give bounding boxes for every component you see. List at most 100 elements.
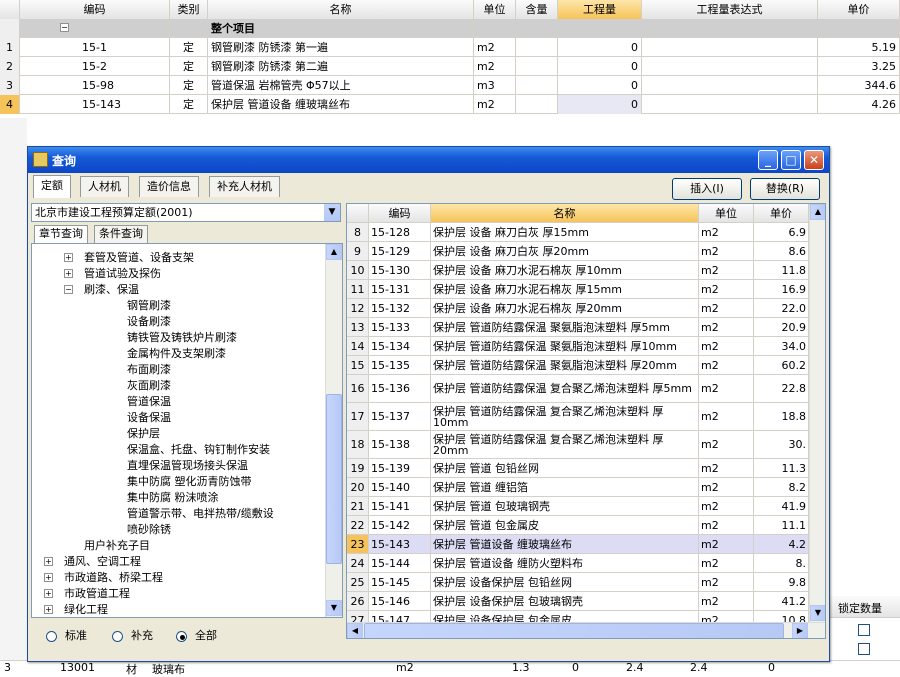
expand-icon[interactable]: + [64,253,73,262]
row-code[interactable]: 15-139 [369,459,431,477]
row-unit[interactable]: m2 [699,318,754,336]
tree-node[interactable]: 管道警示带、电拌热带/缆敷设 [127,506,274,522]
tree-node[interactable]: 灰面刷漆 [127,378,171,394]
row-num[interactable]: 14 [347,337,369,355]
row-unit[interactable]: m2 [699,261,754,279]
row-content[interactable] [516,95,558,114]
row-quantity-expr[interactable] [642,76,818,95]
tree-node[interactable]: 布面刷漆 [127,362,171,378]
row-code[interactable]: 15-2 [20,57,170,76]
row-unit[interactable]: m2 [699,242,754,260]
radio-supplement[interactable]: 补充 [112,628,153,644]
row-price[interactable]: 9.8 [754,573,809,591]
row-name[interactable]: 保护层 管道防结露保温 复合聚乙烯泡沫塑料 厚5mm [431,375,699,402]
row-quantity[interactable]: 0 [558,57,642,76]
row-unit[interactable]: m2 [474,38,516,57]
row-price[interactable]: 22.0 [754,299,809,317]
row-num[interactable]: 2 [0,57,20,76]
grid-scroll-left-icon[interactable]: ◀ [347,623,363,638]
row-unit[interactable]: m2 [699,592,754,610]
table-row[interactable]: 20 15-140 保护层 管道 缠铝箔 m2 8.2 [347,478,809,497]
row-code[interactable]: 15-98 [20,76,170,95]
tree-node[interactable]: 铸铁管及铸铁炉片刷漆 [127,330,237,346]
row-unit[interactable]: m3 [474,76,516,95]
row-content[interactable] [516,38,558,57]
row-code[interactable]: 15-134 [369,337,431,355]
row-code[interactable]: 15-128 [369,223,431,241]
row-quantity-expr[interactable] [642,95,818,114]
grid-hscroll-thumb[interactable] [364,623,784,638]
row-content[interactable] [516,76,558,95]
row-type[interactable]: 定 [170,95,208,114]
table-row[interactable]: 11 15-131 保护层 设备 麻刀水泥石棉灰 厚15mm m2 16.9 [347,280,809,299]
row-unit[interactable]: m2 [699,337,754,355]
radio-all-dot[interactable] [176,630,187,642]
row-num[interactable]: 21 [347,497,369,515]
row-code[interactable]: 15-143 [20,95,170,114]
tree-scrollbar[interactable]: ▲ ▼ [325,244,342,617]
expand-icon[interactable]: + [64,269,73,278]
tab-cost-info[interactable]: 造价信息 [139,176,199,197]
insert-button[interactable]: 插入(I) [672,178,742,200]
table-row[interactable]: 8 15-128 保护层 设备 麻刀白灰 厚15mm m2 6.9 [347,223,809,242]
tree-node[interactable]: 保温盒、托盘、钩钉制作安装 [127,442,270,458]
row-num[interactable]: 11 [347,280,369,298]
table-row[interactable]: 3 15-98 定管道保温 岩棉管壳 Φ57以上 m3 0 344.6 [0,76,900,95]
table-row[interactable]: 15 15-135 保护层 管道防结露保温 聚氨脂泡沫塑料 厚20mm m2 60.2 [347,356,809,375]
row-code[interactable]: 15-129 [369,242,431,260]
tree-node[interactable]: 设备刷漆 [127,314,171,330]
grid-hscrollbar[interactable]: ◀ ▶ [347,622,825,638]
row-price[interactable]: 344.6 [818,76,900,95]
row-code[interactable]: 15-137 [369,403,431,430]
table-row[interactable]: 14 15-134 保护层 管道防结露保温 聚氨脂泡沫塑料 厚10mm m2 34.0 [347,337,809,356]
row-price[interactable]: 8.6 [754,242,809,260]
header-quantity-expr[interactable]: 工程量表达式 [642,0,818,19]
row-unit[interactable]: m2 [699,280,754,298]
row-name[interactable]: 保护层 设备保护层 包玻璃钢壳 [431,592,699,610]
tree-node[interactable]: 保护层 [127,426,160,442]
row-num[interactable]: 16 [347,375,369,402]
row-name[interactable]: 保护层 管道防结露保温 聚氨脂泡沫塑料 厚5mm [431,318,699,336]
header-name[interactable]: 名称 [208,0,474,19]
row-name[interactable]: 保护层 管道设备 缠防火塑料布 [431,554,699,572]
tree-node[interactable]: 用户补充子目 [84,538,150,554]
row-price[interactable]: 11.3 [754,459,809,477]
row-code[interactable]: 15-131 [369,280,431,298]
table-row[interactable]: 26 15-146 保护层 设备保护层 包玻璃钢壳 m2 41.2 [347,592,809,611]
header-unit-price[interactable]: 单价 [818,0,900,19]
row-num[interactable]: 18 [347,431,369,458]
row-unit[interactable]: m2 [699,573,754,591]
table-row[interactable]: 17 15-137 保护层 管道防结露保温 复合聚乙烯泡沫塑料 厚10mm m2 18.… [347,403,809,431]
row-code[interactable]: 15-144 [369,554,431,572]
dialog-titlebar[interactable]: 查询 _ □ ✕ [28,147,829,173]
row-num[interactable]: 22 [347,516,369,534]
grid-scroll-right-icon[interactable]: ▶ [792,623,808,638]
close-icon[interactable]: ✕ [804,150,824,170]
grid-header-code[interactable]: 编码 [369,204,431,222]
table-row[interactable]: 9 15-129 保护层 设备 麻刀白灰 厚20mm m2 8.6 [347,242,809,261]
row-name[interactable]: 钢管刷漆 防锈漆 第一遍 [208,38,474,57]
radio-standard[interactable]: 标准 [46,628,87,644]
table-row[interactable]: 1 15-1 定钢管刷漆 防锈漆 第一遍 m2 0 5.19 [0,38,900,57]
row-name[interactable]: 保护层 管道 包玻璃钢壳 [431,497,699,515]
row-price[interactable]: 4.26 [818,95,900,114]
row-code[interactable]: 15-136 [369,375,431,402]
row-num[interactable]: 25 [347,573,369,591]
row-code[interactable]: 15-135 [369,356,431,374]
row-num[interactable]: 26 [347,592,369,610]
row-quantity[interactable]: 0 [558,76,642,95]
expand-icon[interactable]: + [44,573,53,582]
tree-node[interactable]: 喷砂除锈 [127,522,171,538]
tree-node[interactable]: 市政道路、桥梁工程 [64,570,163,586]
row-name[interactable]: 保护层 管道设备 缠玻璃丝布 [208,95,474,114]
table-row[interactable]: 25 15-145 保护层 设备保护层 包铅丝网 m2 9.8 [347,573,809,592]
row-unit[interactable]: m2 [699,516,754,534]
table-row[interactable]: 12 15-132 保护层 设备 麻刀水泥石棉灰 厚20mm m2 22.0 [347,299,809,318]
row-type[interactable]: 定 [170,38,208,57]
project-row[interactable]: − 整个项目 [0,19,900,38]
row-quantity[interactable]: 0 [558,95,642,114]
row-num[interactable]: 12 [347,299,369,317]
header-code[interactable]: 编码 [20,0,170,19]
row-unit[interactable]: m2 [474,57,516,76]
row-code[interactable]: 15-1 [20,38,170,57]
